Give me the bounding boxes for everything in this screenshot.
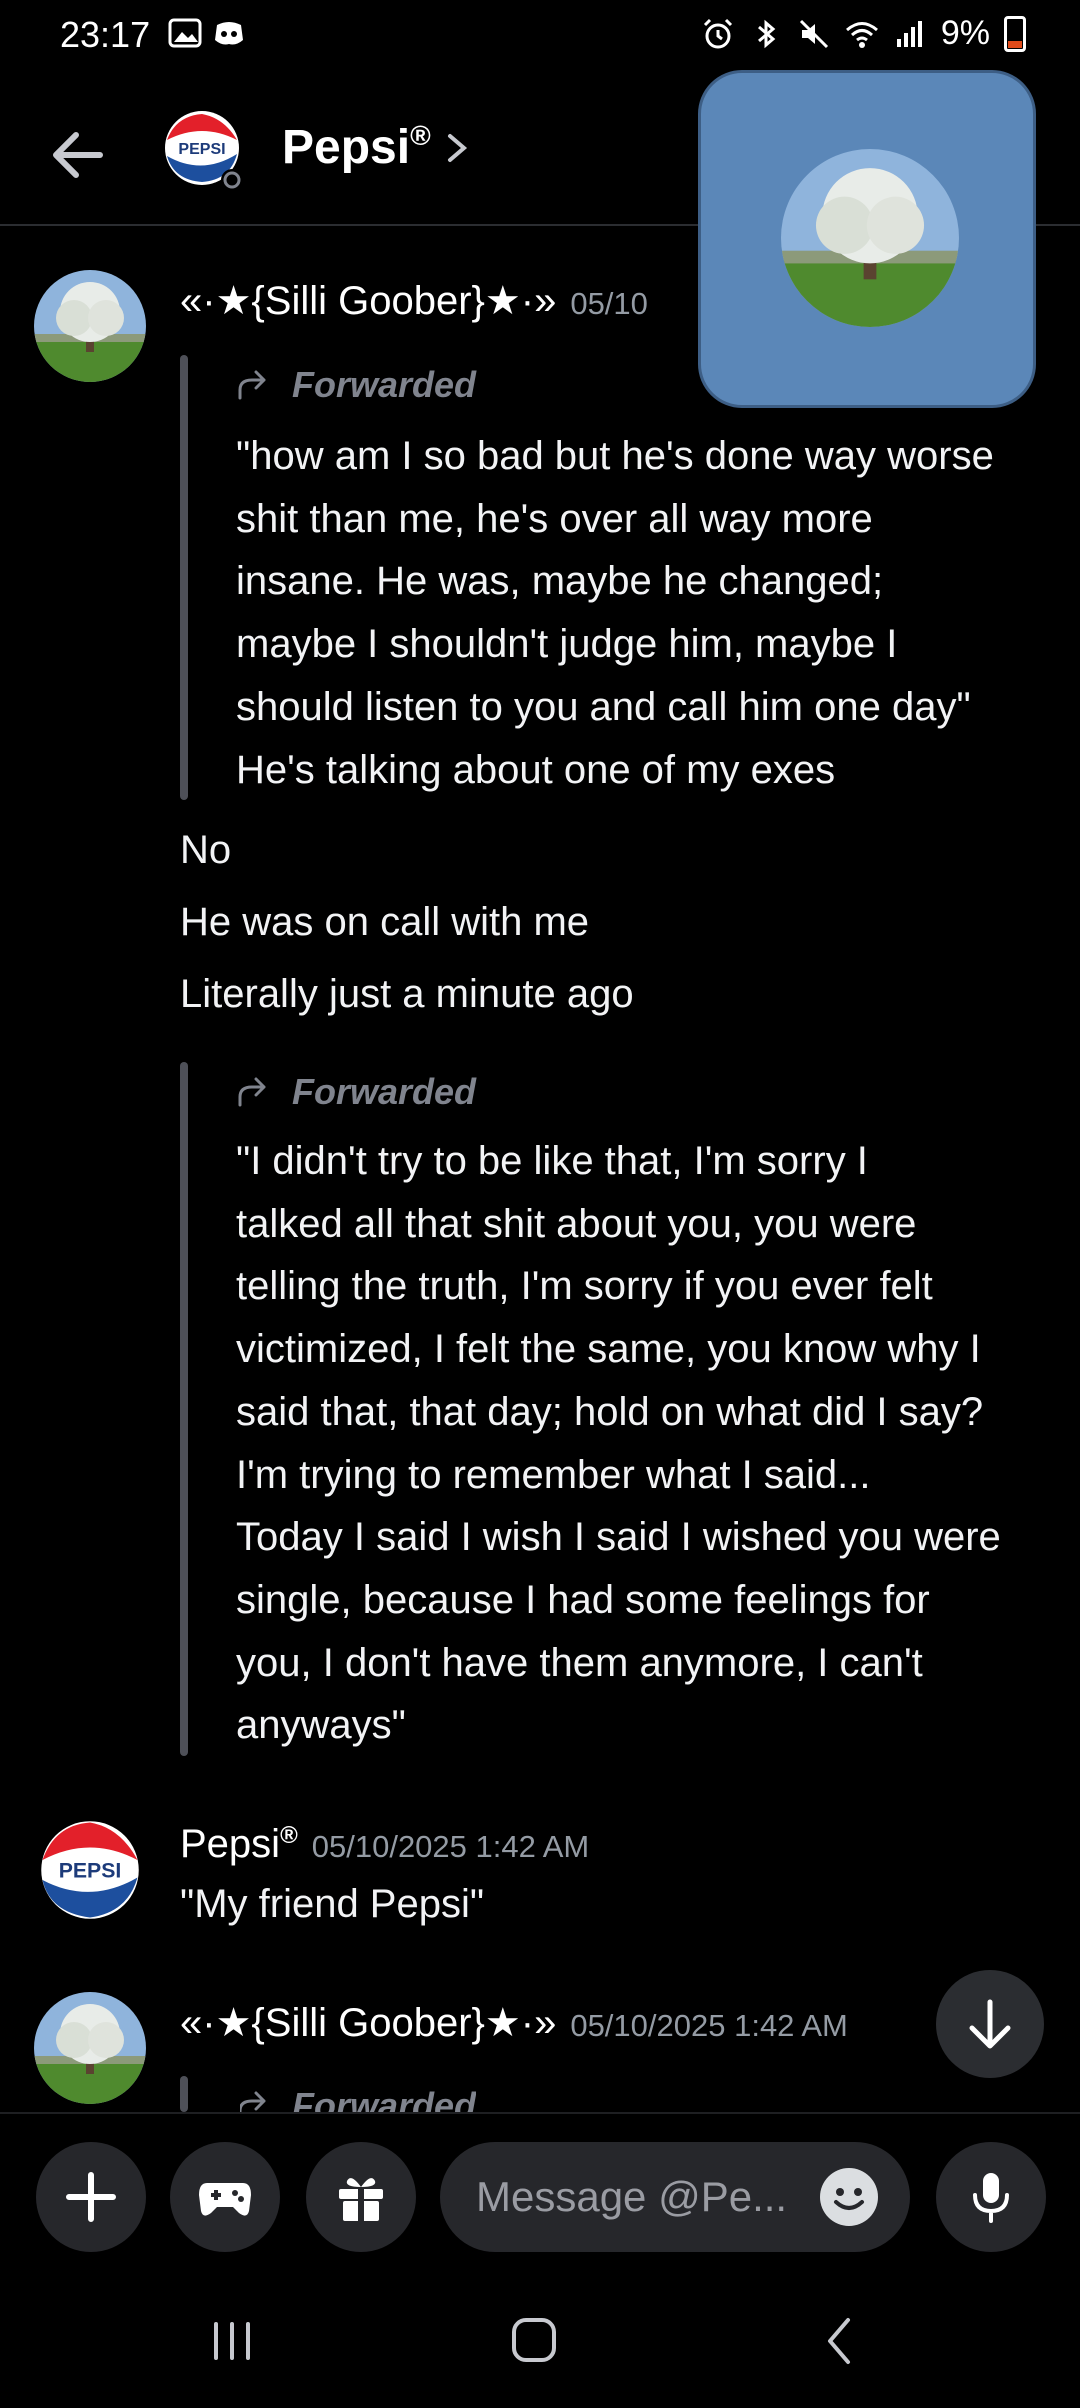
tree-photo <box>781 149 959 327</box>
text-line: He's talking about one of my exes <box>236 747 836 792</box>
status-bar: 23:17 9% <box>0 0 1080 70</box>
text-line: Today I said I wish I said I wished you … <box>236 1515 1001 1560</box>
gift-button[interactable] <box>306 2142 416 2252</box>
add-attachment-button[interactable] <box>36 2142 146 2252</box>
forward-bar <box>180 1062 188 1756</box>
gallery-icon <box>168 18 202 48</box>
message-composer <box>0 2112 1080 2272</box>
message-text: No <box>180 828 232 872</box>
arrow-down-icon <box>969 1999 1011 2049</box>
message-text: He was on call with me <box>180 900 590 944</box>
message-header: Pepsi® 05/10/2025 1:42 AM <box>180 1822 589 1867</box>
forward-bar <box>180 2076 188 2112</box>
registered-mark: ® <box>410 120 431 151</box>
home-icon[interactable] <box>494 2306 574 2376</box>
forwarded-label: Forwarded <box>238 1071 477 1113</box>
pepsi-logo-text: PEPSI <box>59 1859 122 1883</box>
forward-arrow-icon <box>240 2091 266 2112</box>
tree-photo <box>34 270 146 382</box>
discord-icon <box>215 22 243 45</box>
message-input-field[interactable] <box>440 2142 910 2252</box>
author-name[interactable]: Pepsi <box>180 1822 280 1866</box>
text-line: I'm trying to remember what I said... <box>236 1452 871 1497</box>
forwarded-label-text: Forwarded <box>292 364 477 405</box>
text-line: anyways" <box>236 1703 406 1748</box>
silli-goober-avatar[interactable] <box>34 270 146 382</box>
contact-name-text: Pepsi <box>282 121 411 174</box>
status-icons: 9% <box>701 14 1026 53</box>
battery-percent: 9% <box>940 14 990 52</box>
forwarded-label: Forwarded <box>240 2085 476 2112</box>
alarm-icon <box>703 18 732 48</box>
system-back-icon[interactable] <box>800 2306 880 2376</box>
forward-arrow-icon <box>238 370 266 400</box>
registered-mark: ® <box>280 1822 298 1849</box>
text-line: said that, that day; hold on what did I … <box>236 1389 984 1434</box>
message-text: "My friend Pepsi" <box>180 1882 485 1926</box>
message-text: Literally just a minute ago <box>180 972 634 1016</box>
message-header: «·★{Silli Goober}★·» 05/10/2025 1:42 AM <box>180 2000 848 2046</box>
text-line: "how am I so bad but he's done way worse <box>236 434 994 478</box>
call-participant-avatar <box>781 149 959 327</box>
message-header: «·★{Silli Goober}★·» 05/10 <box>180 278 648 324</box>
recent-apps-icon[interactable] <box>192 2306 272 2376</box>
forwarded-message-text: "I didn't try to be like that, I'm sorry… <box>236 1130 1056 1757</box>
smiley-icon <box>834 2188 864 2210</box>
mute-icon <box>799 19 828 48</box>
text-line: talked all that shit about you, you were <box>236 1201 917 1246</box>
gift-icon <box>339 2178 383 2221</box>
activities-button[interactable] <box>170 2142 280 2252</box>
voice-message-button[interactable] <box>936 2142 1046 2252</box>
text-line: shit than me, he's over all way more <box>236 496 873 541</box>
contact-name[interactable]: Pepsi® <box>282 120 431 175</box>
forwarded-label: Forwarded <box>238 364 477 406</box>
microphone-icon <box>973 2173 1009 2223</box>
timestamp: 05/10/2025 1:42 AM <box>570 2008 848 2043</box>
pepsi-avatar[interactable]: PEPSI <box>164 110 244 190</box>
timestamp: 05/10 <box>570 286 648 321</box>
plus-icon <box>66 2172 116 2222</box>
text-line: victimized, I felt the same, you know wh… <box>236 1327 981 1372</box>
signal-icon <box>896 20 922 47</box>
pepsi-message-avatar[interactable]: PEPSI <box>40 1820 140 1920</box>
text-line: you, I don't have them anymore, I can't <box>236 1640 923 1685</box>
system-navigation-bar <box>0 2272 1080 2408</box>
chevron-right-icon[interactable] <box>442 128 472 168</box>
status-time: 23:17 <box>60 14 151 55</box>
wifi-icon <box>845 21 878 48</box>
emoji-button[interactable] <box>820 2168 878 2226</box>
text-line: insane. He was, maybe he changed; <box>236 559 884 604</box>
text-line: "I didn't try to be like that, I'm sorry… <box>236 1139 868 1183</box>
text-line: maybe I shouldn't judge him, maybe I <box>236 622 898 667</box>
author-name[interactable]: «·★{Silli Goober}★·» <box>180 2001 556 2045</box>
text-line: telling the truth, I'm sorry if you ever… <box>236 1264 933 1309</box>
forward-bar <box>180 355 188 800</box>
tree-photo <box>34 1992 146 2104</box>
gamepad-icon <box>199 2183 251 2216</box>
pepsi-logo-text: PEPSI <box>178 141 225 158</box>
bluetooth-icon <box>757 19 776 48</box>
timestamp: 05/10/2025 1:42 AM <box>311 1829 590 1864</box>
battery-icon <box>1004 15 1026 52</box>
pepsi-logo: PEPSI <box>41 1821 139 1919</box>
call-pip-window[interactable] <box>698 70 1036 408</box>
jump-to-bottom-button[interactable] <box>936 1970 1044 2078</box>
message-input[interactable] <box>476 2142 806 2252</box>
forwarded-label-text: Forwarded <box>292 2085 477 2112</box>
author-name[interactable]: «·★{Silli Goober}★·» <box>180 279 556 323</box>
text-line: should listen to you and call him one da… <box>236 684 971 729</box>
silli-goober-avatar[interactable] <box>34 1992 146 2104</box>
back-arrow-icon[interactable] <box>44 120 114 190</box>
forwarded-label-text: Forwarded <box>292 1071 477 1112</box>
forward-arrow-icon <box>238 1077 266 1107</box>
forwarded-message-text: "how am I so bad but he's done way worse… <box>236 425 1056 801</box>
text-line: single, because I had some feelings for <box>236 1577 930 1622</box>
